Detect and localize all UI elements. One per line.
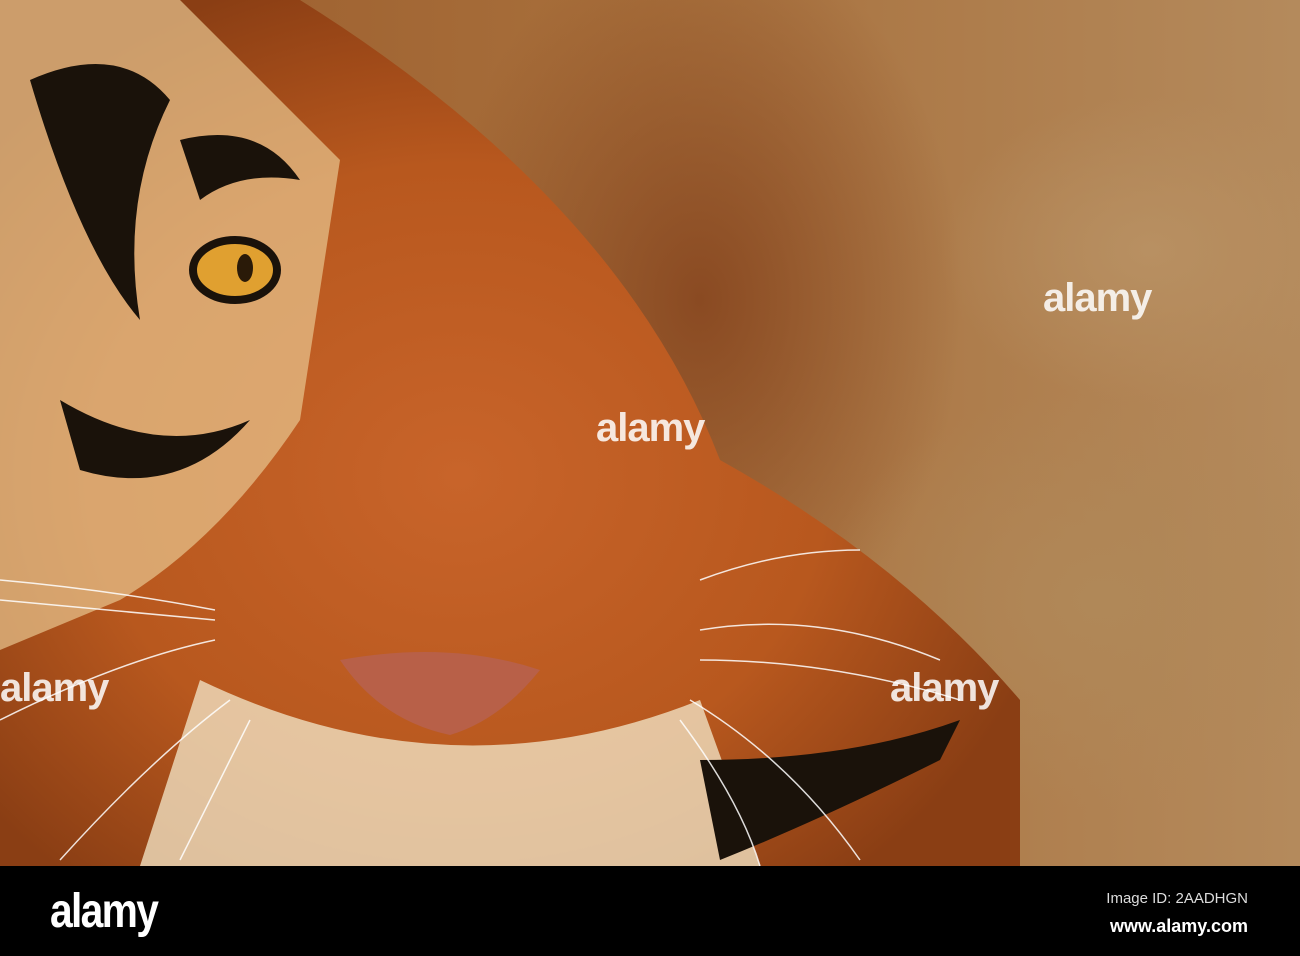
tiger-eye [189,236,281,304]
watermark: alamy [890,666,999,710]
footer-bar: alamy Image ID: 2AADHGN www.alamy.com [0,866,1300,956]
tiger-photo: alamy alamy alamy alamy [0,0,1300,866]
watermark: alamy [596,406,705,450]
alamy-logo: alamy [50,885,159,938]
watermark: alamy [0,666,109,710]
image-id: Image ID: 2AADHGN [1106,890,1248,907]
watermark: alamy [1043,276,1152,320]
site-url: www.alamy.com [1109,916,1248,936]
